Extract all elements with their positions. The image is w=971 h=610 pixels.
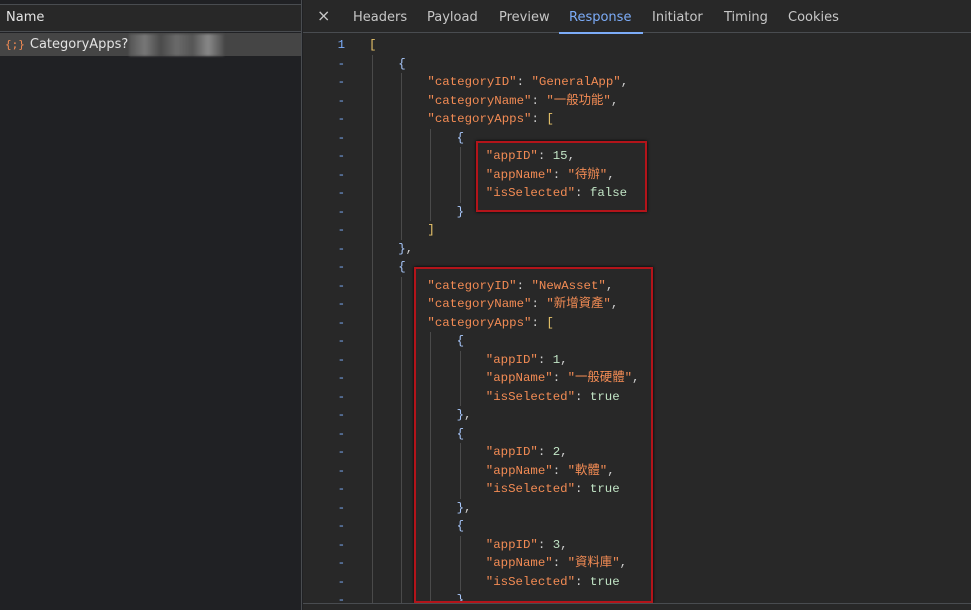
line-number: - xyxy=(337,463,345,478)
close-icon[interactable]: × xyxy=(317,6,330,25)
line-number: - xyxy=(337,56,345,71)
json-brace: { xyxy=(398,260,406,274)
request-row-categoryapps[interactable]: {;} CategoryApps? xyxy=(0,33,301,56)
tab-cookies[interactable]: Cookies xyxy=(788,0,839,33)
line-number: - xyxy=(337,93,345,108)
indent-guide xyxy=(459,147,461,203)
line-number: - xyxy=(337,112,345,126)
line-number: - xyxy=(337,556,345,570)
line-number: - xyxy=(337,204,345,219)
indent-guide xyxy=(401,276,403,603)
indent-guide xyxy=(401,73,403,240)
line-number: - xyxy=(337,334,345,348)
redacted-query xyxy=(129,33,225,56)
code-line: - "categoryApps": [ xyxy=(303,110,971,129)
tab-timing[interactable]: Timing xyxy=(724,0,768,33)
code-line: -{ xyxy=(303,55,971,74)
tab-payload[interactable]: Payload xyxy=(427,0,478,33)
line-number: - xyxy=(337,482,345,496)
line-number: - xyxy=(337,352,345,367)
json-key: "categoryName" xyxy=(427,93,532,108)
tab-preview[interactable]: Preview xyxy=(499,0,550,33)
json-bracket: [ xyxy=(546,112,554,126)
code-line: - "categoryID": "GeneralApp", xyxy=(303,73,971,92)
json-bracket: [ xyxy=(369,38,377,52)
json-brace: } xyxy=(398,241,406,256)
code-text: "categoryApps": [ xyxy=(427,110,553,129)
line-number: - xyxy=(337,519,345,533)
line-number: - xyxy=(337,445,345,459)
line-number: - xyxy=(337,574,345,589)
line-number: - xyxy=(337,223,345,237)
json-brace: { xyxy=(398,56,406,71)
code-text: ] xyxy=(427,221,434,240)
json-bracket: ] xyxy=(427,223,435,237)
code-line: 1[ xyxy=(303,36,971,55)
line-number: - xyxy=(337,241,345,256)
line-number: - xyxy=(337,426,345,441)
json-brace: } xyxy=(456,204,465,219)
code-text: "categoryID": "GeneralApp", xyxy=(427,73,628,92)
json-brace: { xyxy=(456,130,465,145)
json-punctuation: : xyxy=(531,93,547,108)
line-number: - xyxy=(337,371,345,385)
json-key: "categoryID" xyxy=(427,75,517,89)
code-text: { xyxy=(457,129,464,148)
code-line: - "categoryName": "一般功能", xyxy=(303,92,971,111)
request-name: CategoryApps? xyxy=(29,37,129,52)
details-tab-bar: × Headers Payload Preview Response Initi… xyxy=(303,0,971,34)
json-punctuation: , xyxy=(610,93,619,108)
json-key: "categoryApps" xyxy=(427,112,532,126)
tab-response[interactable]: Response xyxy=(558,0,644,34)
line-number: - xyxy=(337,130,345,145)
highlight-box-new-asset xyxy=(414,267,653,603)
line-number: - xyxy=(337,186,345,200)
tab-initiator[interactable]: Initiator xyxy=(652,0,703,33)
line-number: 1 xyxy=(337,38,345,52)
line-number: - xyxy=(337,593,345,603)
tab-headers[interactable]: Headers xyxy=(353,0,407,33)
line-number: - xyxy=(337,260,345,274)
horizontal-scrollbar[interactable] xyxy=(303,603,971,610)
code-text: }, xyxy=(398,240,413,259)
line-number: - xyxy=(337,389,345,404)
json-braces-icon: {;} xyxy=(5,38,25,51)
code-text: [ xyxy=(369,36,376,55)
json-string: "一般功能" xyxy=(546,93,611,108)
code-line: -] xyxy=(303,221,971,240)
line-number: - xyxy=(337,297,345,311)
code-text: { xyxy=(398,55,405,74)
highlight-box-general-app xyxy=(476,141,647,212)
line-number: - xyxy=(337,167,345,182)
line-number: - xyxy=(337,315,345,330)
line-number: - xyxy=(337,537,345,552)
request-list-panel: Name {;} CategoryApps? xyxy=(0,0,302,610)
name-column-header[interactable]: Name xyxy=(0,5,301,32)
code-text: { xyxy=(398,258,405,277)
indent-guide xyxy=(372,54,373,603)
line-number: - xyxy=(337,278,345,293)
json-string: "GeneralApp" xyxy=(531,75,621,89)
json-punctuation: , xyxy=(620,75,629,89)
code-text: "categoryName": "一般功能", xyxy=(427,92,618,111)
request-details-panel: × Headers Payload Preview Response Initi… xyxy=(303,0,971,610)
json-punctuation: : xyxy=(531,112,547,126)
code-line: -}, xyxy=(303,240,971,259)
line-number: - xyxy=(337,75,345,89)
json-punctuation: : xyxy=(516,75,532,89)
name-header-label: Name xyxy=(6,10,45,25)
line-number: - xyxy=(337,500,345,515)
indent-guide xyxy=(430,128,432,221)
json-punctuation: , xyxy=(405,241,414,256)
line-number: - xyxy=(337,408,345,422)
line-number: - xyxy=(337,149,345,163)
code-text: } xyxy=(457,203,464,222)
